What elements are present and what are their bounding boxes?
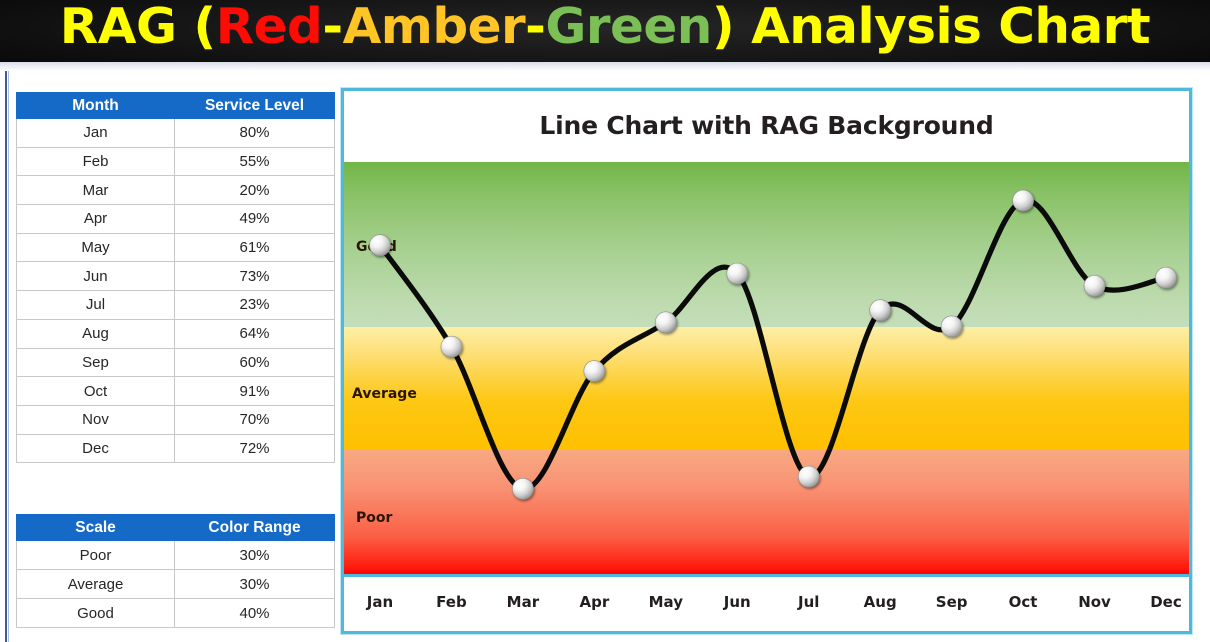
title-run-2: -: [322, 0, 343, 55]
series-line-path: [377, 197, 1169, 492]
table-row: Apr 49%: [16, 204, 335, 234]
scale-table-cell-1-0: Average: [16, 569, 175, 599]
x-axis-label-may: May: [648, 593, 683, 611]
table-row: Jan 80%: [16, 118, 335, 148]
month-table-cell-3-0: Apr: [16, 204, 175, 234]
month-table-cell-5-1: 73%: [174, 261, 335, 292]
month-table-cell-4-1: 61%: [174, 232, 335, 263]
month-table-cell-3-1: 49%: [174, 204, 335, 234]
scale-table-cell-1-1: 30%: [174, 569, 335, 599]
table-row: Mar 20%: [16, 175, 335, 206]
month-table-cell-11-1: 72%: [174, 433, 335, 464]
data-point-jan[interactable]: [369, 234, 391, 256]
month-table-cell-6-0: Jul: [16, 290, 175, 320]
table-row: Jun 73%: [16, 261, 335, 292]
month-table-cell-7-0: Aug: [16, 318, 175, 349]
title-run-0: RAG (: [59, 0, 216, 55]
title-run-4: -: [525, 0, 546, 55]
title-run-1: Red: [215, 0, 323, 55]
table-row: Good 40%: [16, 598, 335, 628]
data-point-nov[interactable]: [1083, 275, 1106, 297]
x-axis-label-feb: Feb: [436, 593, 467, 611]
data-point-oct[interactable]: [1012, 189, 1034, 212]
month-table-cell-2-0: Mar: [16, 175, 175, 206]
data-point-apr[interactable]: [583, 360, 606, 382]
service-level-line-series: [369, 189, 1177, 500]
table-row: Poor 30%: [16, 540, 335, 570]
column-header-month: Month: [16, 92, 175, 119]
month-table-cell-1-1: 55%: [174, 146, 335, 177]
month-table-cell-0-0: Jan: [16, 118, 175, 148]
page-title: RAG (Red-Amber-Green) Analysis Chart: [0, 0, 1210, 58]
x-axis-label-mar: Mar: [506, 593, 540, 611]
month-table-cell-7-1: 64%: [174, 318, 335, 349]
column-header-scale: Scale: [16, 514, 175, 541]
data-point-mar[interactable]: [512, 477, 534, 500]
x-axis-label-jul: Jul: [798, 593, 820, 611]
chart-container: Line Chart with RAG Background Good Aver…: [341, 88, 1192, 634]
x-axis-label-sep: Sep: [935, 593, 968, 611]
title-banner: RAG (Red-Amber-Green) Analysis Chart: [0, 0, 1210, 62]
data-point-jun[interactable]: [726, 262, 749, 285]
month-table-cell-5-0: Jun: [16, 261, 175, 292]
month-table-cell-8-0: Sep: [16, 347, 175, 378]
table-header-row: Month Service Level: [16, 92, 335, 119]
month-table-cell-1-0: Feb: [16, 146, 175, 177]
chart-plot-area: Good Average Poor: [344, 162, 1189, 574]
data-point-dec[interactable]: [1155, 266, 1177, 289]
scale-table-cell-0-1: 30%: [174, 540, 335, 570]
left-margin-rule-secondary: [8, 71, 9, 642]
month-table-cell-2-1: 20%: [174, 175, 335, 206]
table-row: Average 30%: [16, 569, 335, 599]
left-margin-rule: [5, 71, 7, 642]
x-axis-label-jan: Jan: [366, 593, 394, 611]
table-row: May 61%: [16, 232, 335, 263]
scale-color-range-table: Scale Color Range Poor 30% Average 30% Good 4…: [16, 514, 335, 628]
month-table-cell-9-1: 91%: [174, 376, 335, 406]
table-row: Sep 60%: [16, 347, 335, 378]
x-axis-label-jun: Jun: [723, 593, 751, 611]
scale-table-cell-2-1: 40%: [174, 598, 335, 628]
x-axis-label-aug: Aug: [863, 593, 897, 611]
rag-analysis-page: RAG (Red-Amber-Green) Analysis Chart Mon…: [0, 0, 1210, 642]
column-header-color-range: Color Range: [174, 514, 335, 541]
chart-title: Line Chart with RAG Background: [539, 111, 994, 140]
table-row: Nov 70%: [16, 404, 335, 435]
month-table-cell-11-0: Dec: [16, 433, 175, 464]
title-run-5: Green: [545, 0, 712, 55]
x-axis-label-apr: Apr: [579, 593, 610, 611]
month-service-level-table: Month Service Level Jan 80% Feb 55% Mar 20% Ap…: [16, 92, 335, 464]
title-run-6: ) Analysis Chart: [711, 0, 1151, 55]
month-table-cell-4-0: May: [16, 232, 175, 263]
table-header-row: Scale Color Range: [16, 514, 335, 541]
x-axis-label-dec: Dec: [1150, 593, 1182, 611]
x-axis-label-nov: Nov: [1078, 593, 1111, 611]
table-row: Dec 72%: [16, 433, 335, 464]
table-row: Oct 91%: [16, 376, 335, 406]
data-point-sep[interactable]: [940, 315, 963, 338]
data-point-may[interactable]: [655, 311, 677, 334]
month-table-cell-6-1: 23%: [174, 290, 335, 320]
column-header-service-level: Service Level: [174, 92, 335, 119]
month-table-cell-0-1: 80%: [174, 118, 335, 148]
banner-divider: [0, 62, 1210, 71]
series-point-markers: [369, 189, 1177, 500]
month-table-cell-8-1: 60%: [174, 347, 335, 378]
month-table-cell-9-0: Oct: [16, 376, 175, 406]
month-table-cell-10-0: Nov: [16, 404, 175, 435]
scale-table-cell-0-0: Poor: [16, 540, 175, 570]
data-point-jul[interactable]: [797, 465, 820, 488]
chart-x-axis: Jan Feb Mar Apr May Jun Jul Aug Sep Oct Nov Dec: [344, 574, 1189, 631]
table-row: Aug 64%: [16, 318, 335, 349]
month-table-body: Jan 80% Feb 55% Mar 20% Apr 49% May 61% Jun 73% Jul 2…: [16, 118, 335, 464]
data-point-feb[interactable]: [440, 335, 463, 358]
title-run-3: Amber: [342, 0, 526, 55]
table-row: Jul 23%: [16, 290, 335, 320]
month-table-cell-10-1: 70%: [174, 404, 335, 435]
table-row: Feb 55%: [16, 146, 335, 177]
scale-table-cell-2-0: Good: [16, 598, 175, 628]
scale-table-body: Poor 30% Average 30% Good 40%: [16, 540, 335, 628]
data-point-aug[interactable]: [869, 299, 891, 321]
x-axis-label-oct: Oct: [1008, 593, 1038, 611]
